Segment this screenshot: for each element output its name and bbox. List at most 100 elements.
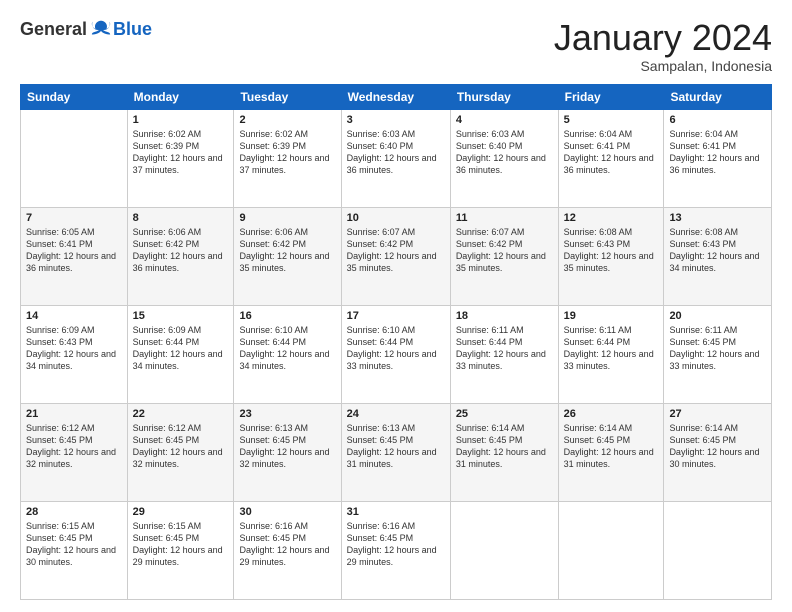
day-number: 5 <box>564 114 659 126</box>
page: General Blue January 2024 Sampalan, Indo… <box>0 0 792 612</box>
day-number: 24 <box>347 408 445 420</box>
day-number: 30 <box>239 506 335 518</box>
month-title: January 2024 <box>554 18 772 58</box>
calendar-cell: 5Sunrise: 6:04 AMSunset: 6:41 PMDaylight… <box>558 109 664 207</box>
calendar-cell: 20Sunrise: 6:11 AMSunset: 6:45 PMDayligh… <box>664 305 772 403</box>
day-info: Sunrise: 6:14 AMSunset: 6:45 PMDaylight:… <box>456 422 553 471</box>
calendar-cell: 11 Sunrise: 6:07 AMSunset: 6:42 PMDayligh… <box>450 207 558 305</box>
day-number: 14 <box>26 310 122 322</box>
day-info: Sunrise: 6:16 AMSunset: 6:45 PMDaylight:… <box>347 520 445 569</box>
calendar-cell: 8 Sunrise: 6:06 AMSunset: 6:42 PMDaylight… <box>127 207 234 305</box>
header: General Blue January 2024 Sampalan, Indo… <box>20 18 772 74</box>
day-number: 8 <box>133 212 229 224</box>
day-number: 29 <box>133 506 229 518</box>
calendar-week-row: 14 Sunrise: 6:09 AMSunset: 6:43 PMDayligh… <box>21 305 772 403</box>
calendar-cell: 4 Sunrise: 6:03 AMSunset: 6:40 PMDaylight… <box>450 109 558 207</box>
day-info: Sunrise: 6:11 AMSunset: 6:44 PMDaylight:… <box>456 324 553 373</box>
day-info: Sunrise: 6:02 AMSunset: 6:39 PMDaylight:… <box>239 128 335 177</box>
calendar-cell <box>664 501 772 599</box>
calendar-table: SundayMondayTuesdayWednesdayThursdayFrid… <box>20 84 772 600</box>
day-number: 4 <box>456 114 553 126</box>
day-number: 21 <box>26 408 122 420</box>
calendar-cell: 17Sunrise: 6:10 AMSunset: 6:44 PMDayligh… <box>341 305 450 403</box>
calendar-cell: 27 Sunrise: 6:14 AMSunset: 6:45 PMDayligh… <box>664 403 772 501</box>
day-number: 12 <box>564 212 659 224</box>
calendar-cell: 12 Sunrise: 6:08 AMSunset: 6:43 PMDayligh… <box>558 207 664 305</box>
day-number: 1 <box>133 114 229 126</box>
day-info: Sunrise: 6:15 AMSunset: 6:45 PMDaylight:… <box>133 520 229 569</box>
day-number: 25 <box>456 408 553 420</box>
calendar-cell: 15 Sunrise: 6:09 AMSunset: 6:44 PMDayligh… <box>127 305 234 403</box>
calendar-cell: 18Sunrise: 6:11 AMSunset: 6:44 PMDayligh… <box>450 305 558 403</box>
calendar-week-row: 1 Sunrise: 6:02 AMSunset: 6:39 PMDaylight… <box>21 109 772 207</box>
day-info: Sunrise: 6:09 AMSunset: 6:44 PMDaylight:… <box>133 324 229 373</box>
day-info: Sunrise: 6:08 AMSunset: 6:43 PMDaylight:… <box>564 226 659 275</box>
calendar-header-row: SundayMondayTuesdayWednesdayThursdayFrid… <box>21 84 772 109</box>
day-info: Sunrise: 6:05 AMSunset: 6:41 PMDaylight:… <box>26 226 122 275</box>
day-info: Sunrise: 6:02 AMSunset: 6:39 PMDaylight:… <box>133 128 229 177</box>
day-info: Sunrise: 6:04 AMSunset: 6:41 PMDaylight:… <box>669 128 766 177</box>
day-info: Sunrise: 6:14 AMSunset: 6:45 PMDaylight:… <box>669 422 766 471</box>
calendar-cell: 6 Sunrise: 6:04 AMSunset: 6:41 PMDaylight… <box>664 109 772 207</box>
day-info: Sunrise: 6:12 AMSunset: 6:45 PMDaylight:… <box>26 422 122 471</box>
calendar-cell: 9 Sunrise: 6:06 AMSunset: 6:42 PMDaylight… <box>234 207 341 305</box>
day-info: Sunrise: 6:11 AMSunset: 6:44 PMDaylight:… <box>564 324 659 373</box>
calendar-day-header: Monday <box>127 84 234 109</box>
day-number: 11 <box>456 212 553 224</box>
day-number: 13 <box>669 212 766 224</box>
calendar-week-row: 7Sunrise: 6:05 AMSunset: 6:41 PMDaylight… <box>21 207 772 305</box>
calendar-day-header: Wednesday <box>341 84 450 109</box>
day-number: 28 <box>26 506 122 518</box>
calendar-day-header: Friday <box>558 84 664 109</box>
day-number: 23 <box>239 408 335 420</box>
day-number: 15 <box>133 310 229 322</box>
day-info: Sunrise: 6:07 AMSunset: 6:42 PMDaylight:… <box>347 226 445 275</box>
day-number: 17 <box>347 310 445 322</box>
calendar-cell <box>558 501 664 599</box>
logo-blue-text: Blue <box>113 19 152 40</box>
day-info: Sunrise: 6:08 AMSunset: 6:43 PMDaylight:… <box>669 226 766 275</box>
calendar-cell: 10 Sunrise: 6:07 AMSunset: 6:42 PMDayligh… <box>341 207 450 305</box>
day-number: 31 <box>347 506 445 518</box>
calendar-cell: 22Sunrise: 6:12 AMSunset: 6:45 PMDayligh… <box>127 403 234 501</box>
day-number: 9 <box>239 212 335 224</box>
day-info: Sunrise: 6:09 AMSunset: 6:43 PMDaylight:… <box>26 324 122 373</box>
day-number: 26 <box>564 408 659 420</box>
calendar-cell: 14 Sunrise: 6:09 AMSunset: 6:43 PMDayligh… <box>21 305 128 403</box>
day-number: 2 <box>239 114 335 126</box>
day-number: 6 <box>669 114 766 126</box>
calendar-cell: 3 Sunrise: 6:03 AMSunset: 6:40 PMDaylight… <box>341 109 450 207</box>
day-info: Sunrise: 6:03 AMSunset: 6:40 PMDaylight:… <box>347 128 445 177</box>
day-info: Sunrise: 6:03 AMSunset: 6:40 PMDaylight:… <box>456 128 553 177</box>
calendar-day-header: Tuesday <box>234 84 341 109</box>
day-number: 3 <box>347 114 445 126</box>
calendar-cell: 31 Sunrise: 6:16 AMSunset: 6:45 PMDayligh… <box>341 501 450 599</box>
calendar-cell: 23 Sunrise: 6:13 AMSunset: 6:45 PMDayligh… <box>234 403 341 501</box>
calendar-cell <box>450 501 558 599</box>
day-info: Sunrise: 6:13 AMSunset: 6:45 PMDaylight:… <box>239 422 335 471</box>
calendar-cell: 26 Sunrise: 6:14 AMSunset: 6:45 PMDayligh… <box>558 403 664 501</box>
day-number: 27 <box>669 408 766 420</box>
calendar-cell: 28 Sunrise: 6:15 AMSunset: 6:45 PMDayligh… <box>21 501 128 599</box>
day-info: Sunrise: 6:12 AMSunset: 6:45 PMDaylight:… <box>133 422 229 471</box>
day-number: 10 <box>347 212 445 224</box>
calendar-cell: 2 Sunrise: 6:02 AMSunset: 6:39 PMDaylight… <box>234 109 341 207</box>
calendar-cell <box>21 109 128 207</box>
day-info: Sunrise: 6:14 AMSunset: 6:45 PMDaylight:… <box>564 422 659 471</box>
day-info: Sunrise: 6:07 AMSunset: 6:42 PMDaylight:… <box>456 226 553 275</box>
calendar-cell: 7Sunrise: 6:05 AMSunset: 6:41 PMDaylight… <box>21 207 128 305</box>
logo: General Blue <box>20 18 152 40</box>
title-area: January 2024 Sampalan, Indonesia <box>554 18 772 74</box>
calendar-day-header: Saturday <box>664 84 772 109</box>
calendar-week-row: 21 Sunrise: 6:12 AMSunset: 6:45 PMDayligh… <box>21 403 772 501</box>
calendar-cell: 21 Sunrise: 6:12 AMSunset: 6:45 PMDayligh… <box>21 403 128 501</box>
calendar-cell: 30Sunrise: 6:16 AMSunset: 6:45 PMDayligh… <box>234 501 341 599</box>
day-number: 19 <box>564 310 659 322</box>
day-info: Sunrise: 6:06 AMSunset: 6:42 PMDaylight:… <box>133 226 229 275</box>
calendar-day-header: Thursday <box>450 84 558 109</box>
logo-general-text: General <box>20 19 87 40</box>
day-info: Sunrise: 6:10 AMSunset: 6:44 PMDaylight:… <box>239 324 335 373</box>
calendar-day-header: Sunday <box>21 84 128 109</box>
day-info: Sunrise: 6:15 AMSunset: 6:45 PMDaylight:… <box>26 520 122 569</box>
day-info: Sunrise: 6:06 AMSunset: 6:42 PMDaylight:… <box>239 226 335 275</box>
